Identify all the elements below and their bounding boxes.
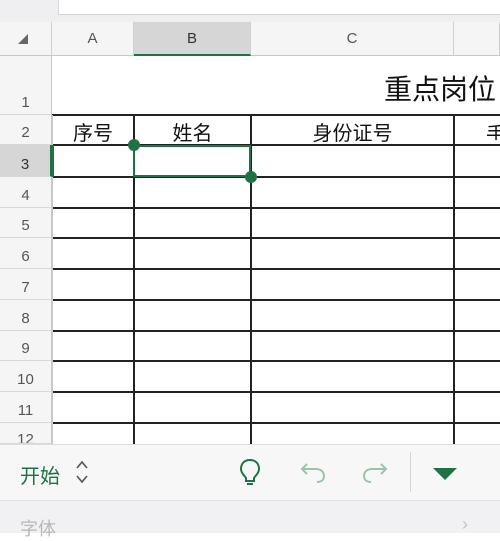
row-header-9[interactable]: 9 (0, 331, 52, 361)
font-panel-bar[interactable] (0, 500, 500, 533)
selection-handle-bottom-right[interactable] (245, 171, 257, 183)
cell-a3[interactable] (52, 145, 134, 177)
formula-bar[interactable] (0, 0, 500, 23)
grid-line (52, 114, 500, 116)
header-cell-id-number[interactable]: 身份证号 (251, 117, 454, 146)
header-cell-seq[interactable]: 序号 (52, 117, 134, 146)
grid-line (52, 237, 500, 239)
column-header-a[interactable]: A (52, 22, 134, 56)
row-header-6[interactable]: 6 (0, 238, 52, 269)
grid-line (52, 299, 500, 301)
row-header-11[interactable]: 11 (0, 392, 52, 423)
grid-line (453, 115, 455, 444)
header-cell-cut-off[interactable]: 手 (486, 118, 500, 140)
cut-off-glyph: 手 (486, 122, 500, 140)
selection-range[interactable] (133, 145, 251, 177)
grid-line (52, 391, 500, 393)
undo-icon[interactable] (299, 460, 327, 484)
lightbulb-icon[interactable] (238, 458, 262, 488)
column-header-c[interactable]: C (251, 22, 454, 56)
row-header-5[interactable]: 5 (0, 208, 52, 238)
row-header-2[interactable]: 2 (0, 115, 52, 145)
select-all-icon (18, 34, 28, 44)
selection-handle-top-left[interactable] (128, 139, 140, 151)
select-all-corner[interactable] (0, 22, 52, 56)
row-header-8[interactable]: 8 (0, 300, 52, 331)
header-cell-name[interactable]: 姓名 (134, 117, 251, 146)
grid-line (52, 268, 500, 270)
grid-line (52, 330, 500, 332)
formula-input[interactable] (58, 0, 500, 15)
grid-line (52, 207, 500, 209)
row-header-1[interactable]: 1 (0, 56, 52, 115)
tab-switch-chevrons-icon[interactable] (74, 458, 90, 486)
row-header-12[interactable]: 12 (0, 423, 52, 444)
column-header-b[interactable]: B (134, 22, 251, 56)
row-header-3[interactable]: 3 (0, 145, 52, 177)
ribbon-tab-home[interactable]: 开始 (20, 460, 60, 489)
row-header-10[interactable]: 10 (0, 361, 52, 392)
column-header-d[interactable] (454, 22, 500, 56)
grid-line (52, 360, 500, 362)
toolbar-separator (410, 452, 411, 492)
redo-icon[interactable] (361, 460, 389, 484)
row-header-4[interactable]: 4 (0, 177, 52, 208)
row-header-7[interactable]: 7 (0, 269, 52, 300)
grid-line (52, 422, 500, 424)
font-section-label[interactable]: 字体 (20, 515, 56, 541)
collapse-triangle-icon[interactable] (431, 466, 459, 482)
sheet-title: 重点岗位 (384, 73, 497, 106)
